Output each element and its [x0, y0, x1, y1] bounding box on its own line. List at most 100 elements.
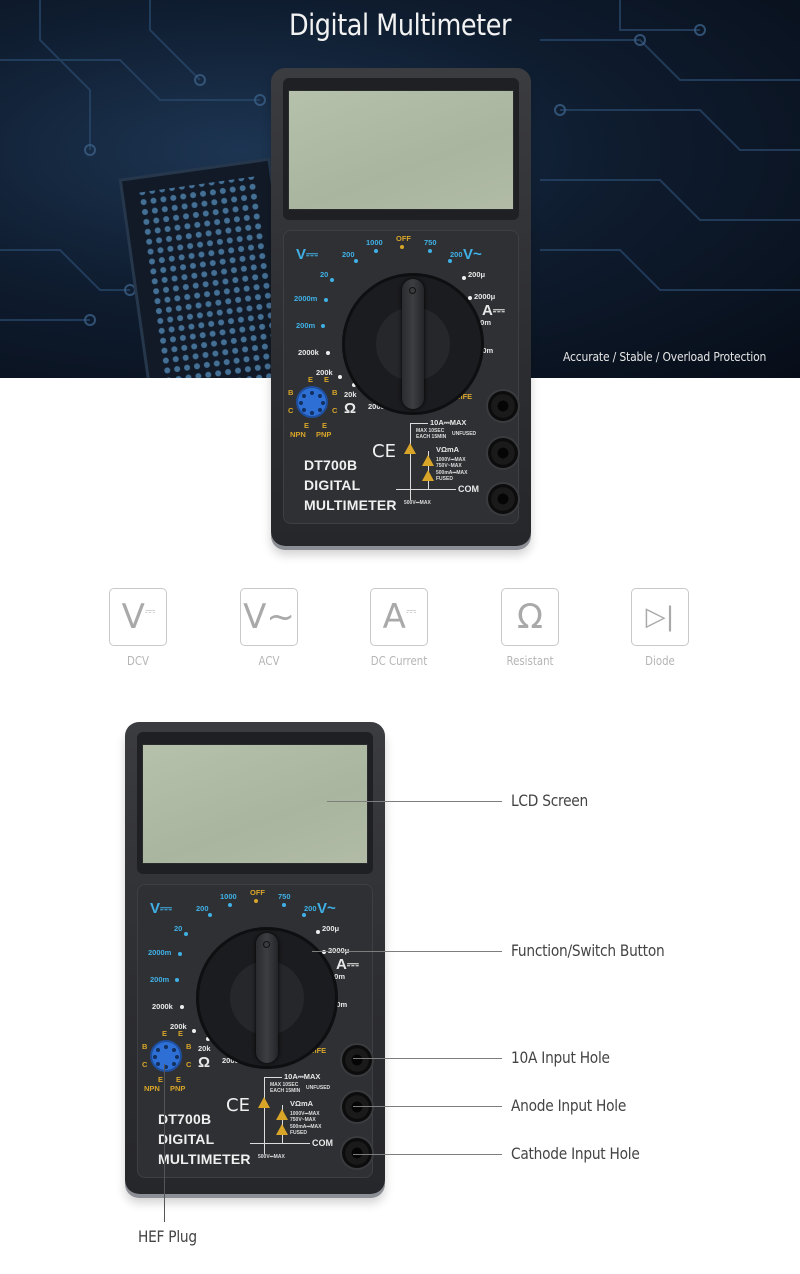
- pin-label: E: [158, 1075, 164, 1084]
- pin-label: E: [308, 375, 314, 384]
- pin-label: E: [178, 1029, 184, 1038]
- warning-icon: [258, 1097, 270, 1108]
- mode-diode: ▷| Diode: [620, 588, 700, 668]
- range-label: 20k: [344, 390, 357, 399]
- range-label: 200μ: [468, 270, 486, 279]
- callout-hef-plug: HEF Plug: [138, 1227, 197, 1246]
- jack-com-label: COM: [312, 1138, 333, 1148]
- dial-knob[interactable]: [256, 933, 278, 1063]
- vomA-note: 750V~MAX: [290, 1117, 316, 1123]
- range-label: 200: [342, 250, 355, 259]
- dial-knob[interactable]: [402, 279, 424, 409]
- pin-label: E: [162, 1029, 168, 1038]
- range-label: 20: [320, 270, 329, 279]
- pin-label: E: [322, 421, 328, 430]
- ohm-symbol: Ω: [344, 400, 357, 417]
- range-dot: [354, 259, 358, 263]
- callout-anode-input: Anode Input Hole: [511, 1096, 627, 1115]
- range-dot: [316, 930, 320, 934]
- warning-icon: [422, 470, 434, 481]
- range-dot: [428, 249, 432, 253]
- mode-acv: V~ ACV: [229, 588, 309, 668]
- jack-com[interactable]: [342, 1138, 372, 1168]
- range-dot: [282, 903, 286, 907]
- acv-icon: V~: [240, 588, 298, 646]
- range-dot: [338, 375, 342, 379]
- acv-symbol: V~: [463, 246, 482, 263]
- range-dot: [180, 1005, 184, 1009]
- lcd-screen: [142, 744, 368, 864]
- jack-vomA[interactable]: [488, 438, 518, 468]
- function-dial[interactable]: [342, 273, 484, 415]
- pin-label: C: [288, 406, 294, 415]
- warning-icon: [276, 1109, 288, 1120]
- off-label: OFF: [396, 234, 411, 243]
- range-label: 2000m: [148, 948, 172, 957]
- diode-icon: ▷|: [631, 588, 689, 646]
- com-note: 500V⎓MAX: [404, 500, 431, 506]
- jack-com-label: COM: [458, 484, 479, 494]
- ohm-symbol: Ω: [198, 1054, 211, 1071]
- callout-10a-input: 10A Input Hole: [511, 1048, 610, 1067]
- ce-mark: CE: [372, 441, 396, 462]
- off-dot: [400, 245, 404, 249]
- range-label: 750: [278, 892, 291, 901]
- control-panel: V⎓ V~ OFF 1000 200 20 2000m 200m 750 200…: [283, 230, 519, 524]
- jack-10a[interactable]: [342, 1045, 372, 1075]
- dcv-symbol: V⎓: [150, 900, 172, 917]
- range-dot: [326, 351, 330, 355]
- jack-10a-label: 10A⎓MAX: [430, 418, 467, 427]
- unfused-label: UNFUSED: [306, 1085, 331, 1091]
- model-line2: DIGITAL: [158, 1131, 215, 1147]
- dca-symbol: A⎓: [336, 956, 359, 973]
- range-label: 20k: [198, 1044, 211, 1053]
- model-line3: MULTIMETER: [158, 1151, 251, 1167]
- pnp-label: PNP: [170, 1084, 186, 1093]
- pin-label: B: [142, 1042, 148, 1051]
- range-dot: [208, 913, 212, 917]
- range-label: 200μ: [322, 924, 340, 933]
- model-line3: MULTIMETER: [304, 497, 397, 513]
- callout-line-hef: [164, 1064, 165, 1222]
- callout-line-cathode: [353, 1154, 502, 1155]
- mode-resistant: Ω Resistant: [490, 588, 570, 668]
- pin-label: B: [288, 388, 294, 397]
- mode-icons-row: V ⎓ DCV V~ ACV A ⎓ DC Current Ω Resistant …: [0, 588, 800, 678]
- mode-dc-current: A ⎓ DC Current: [359, 588, 439, 668]
- range-dot: [374, 249, 378, 253]
- hero-tagline: Accurate / Stable / Overload Protection: [563, 350, 767, 364]
- com-note: 500V⎓MAX: [258, 1154, 285, 1160]
- range-dot: [324, 298, 328, 302]
- pin-label: E: [176, 1075, 182, 1084]
- range-label: 200m: [150, 975, 170, 984]
- jack-10a-note: EACH 15MIN: [416, 434, 447, 440]
- hfe-socket[interactable]: [150, 1040, 182, 1072]
- dca-symbol: A⎓: [482, 302, 505, 319]
- npn-label: NPN: [144, 1084, 160, 1093]
- acv-symbol: V~: [317, 900, 336, 917]
- range-label: 1000: [220, 892, 237, 901]
- hfe-socket[interactable]: [296, 386, 328, 418]
- jack-com[interactable]: [488, 484, 518, 514]
- callout-line-anode: [353, 1106, 502, 1107]
- range-dot: [228, 903, 232, 907]
- range-dot: [178, 952, 182, 956]
- callout-lcd-screen: LCD Screen: [511, 791, 588, 810]
- range-label: 200: [196, 904, 209, 913]
- range-label: 2000m: [294, 294, 318, 303]
- model-line2: DIGITAL: [304, 477, 361, 493]
- callout-line-lcd: [327, 801, 502, 802]
- function-dial[interactable]: [196, 927, 338, 1069]
- ce-mark: CE: [226, 1095, 250, 1116]
- range-label: 1000: [366, 238, 383, 247]
- jack-10a-note: EACH 15MIN: [270, 1088, 301, 1094]
- off-label: OFF: [250, 888, 265, 897]
- off-dot: [254, 899, 258, 903]
- jack-vomA[interactable]: [342, 1092, 372, 1122]
- pin-label: B: [332, 388, 338, 397]
- pin-label: E: [304, 421, 310, 430]
- warning-icon: [276, 1124, 288, 1135]
- range-dot: [462, 276, 466, 280]
- jack-vomA-label: VΩmA: [290, 1099, 314, 1108]
- jack-10a[interactable]: [488, 391, 518, 421]
